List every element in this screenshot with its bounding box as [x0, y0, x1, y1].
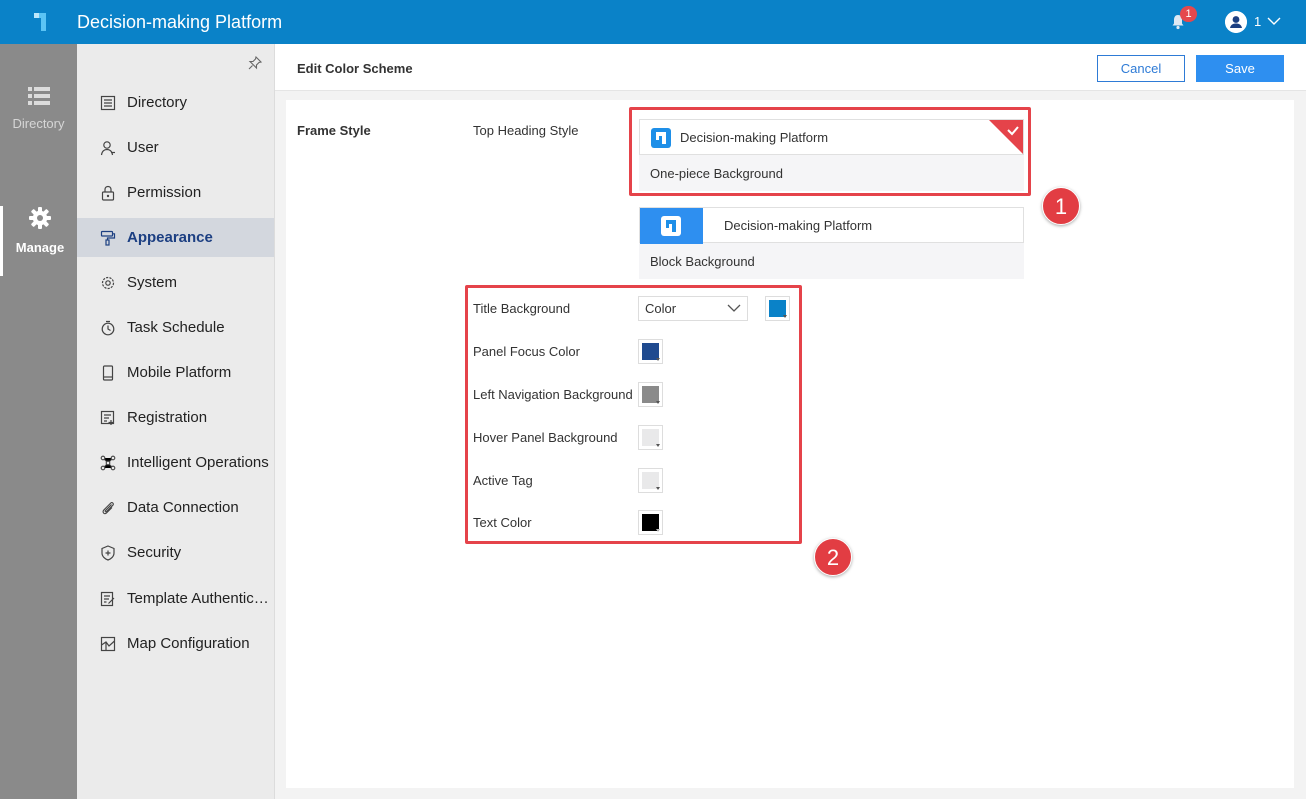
lock-icon: [101, 185, 115, 201]
app-title: Decision-making Platform: [77, 12, 283, 32]
style-preview-title: Decision-making Platform: [724, 218, 873, 233]
left-rail: Directory Manage: [0, 44, 77, 799]
shield-icon: [101, 544, 115, 561]
nav-item-data-connection[interactable]: Data Connection: [77, 488, 274, 527]
nav-item-registration[interactable]: Registration: [77, 398, 274, 437]
network-icon: [100, 455, 116, 470]
pin-icon[interactable]: [248, 56, 262, 70]
document-edit-icon: [100, 591, 115, 606]
paperclip-icon: [102, 501, 114, 514]
block-logo-area: [640, 208, 703, 244]
nav-item-permission[interactable]: Permission: [77, 173, 274, 212]
paint-roller-icon: [100, 230, 116, 246]
directory-icon: [100, 95, 116, 110]
nav-item-label: Registration: [127, 409, 208, 426]
annotation-highlight-2: [465, 285, 802, 544]
style-option-block[interactable]: Decision-making Platform Block Backgroun…: [639, 207, 1024, 279]
rail-item-label: Directory: [12, 116, 65, 131]
rail-item-directory[interactable]: Directory: [0, 86, 77, 156]
nav-item-directory[interactable]: Directory: [77, 83, 274, 122]
list-icon: [27, 87, 50, 105]
nav-item-label: Map Configuration: [127, 635, 250, 652]
app-logo-icon: [661, 216, 681, 236]
top-heading-style-label: Top Heading Style: [473, 123, 579, 138]
nav-item-label: System: [127, 274, 178, 291]
nav-item-system[interactable]: System: [77, 263, 274, 302]
nav-item-user[interactable]: User: [77, 128, 274, 167]
avatar[interactable]: [1225, 11, 1247, 33]
nav-item-label: Intelligent Operations: [127, 454, 269, 471]
nav-item-label: Appearance: [127, 229, 213, 246]
nav-item-task-schedule[interactable]: Task Schedule: [77, 308, 274, 347]
nav-item-label: Security: [127, 544, 182, 561]
nav-item-label: Directory: [127, 94, 188, 111]
nav-item-label: Mobile Platform: [127, 364, 232, 381]
frame-style-label: Frame Style: [297, 123, 371, 138]
page-header: Edit Color Scheme Cancel Save: [275, 44, 1306, 91]
nav-item-label: Task Schedule: [127, 319, 225, 336]
nav-item-label: Template Authentic…: [127, 590, 269, 607]
nav-item-map-configuration[interactable]: Map Configuration: [77, 624, 274, 663]
nav-item-template-authentication[interactable]: Template Authentic…: [77, 579, 274, 618]
settings-nav: Directory User Permission Appearance Sys…: [77, 44, 274, 799]
annotation-marker-1: 1: [1042, 187, 1080, 225]
rail-item-label: Manage: [15, 240, 65, 255]
notification-badge: 1: [1180, 6, 1197, 22]
nav-item-label: Data Connection: [127, 499, 239, 516]
mobile-icon: [102, 364, 114, 381]
nav-item-label: Permission: [127, 184, 202, 201]
map-icon: [100, 636, 116, 651]
nav-item-security[interactable]: Security: [77, 533, 274, 572]
rail-item-manage[interactable]: Manage: [0, 206, 77, 276]
gear-icon: [101, 276, 115, 289]
chevron-down-icon[interactable]: [1267, 16, 1281, 26]
page-title: Edit Color Scheme: [297, 61, 413, 76]
nav-item-appearance[interactable]: Appearance: [77, 218, 274, 257]
style-preview-header: Decision-making Platform: [639, 207, 1024, 244]
user-icon: [100, 140, 115, 155]
style-caption: Block Background: [650, 254, 755, 269]
cancel-button[interactable]: Cancel: [1097, 55, 1185, 82]
timer-icon: [101, 320, 115, 335]
nav-item-intelligent-operations[interactable]: Intelligent Operations: [77, 443, 274, 482]
gear-icon: [29, 207, 51, 229]
save-button[interactable]: Save: [1196, 55, 1284, 82]
annotation-marker-2: 2: [814, 538, 852, 576]
annotation-highlight-1: [629, 107, 1031, 196]
user-name[interactable]: 1: [1254, 14, 1261, 29]
top-bar: Decision-making Platform 1 1: [0, 0, 1306, 44]
nav-item-label: User: [127, 139, 159, 156]
app-logo-icon: [34, 13, 46, 31]
nav-item-mobile-platform[interactable]: Mobile Platform: [77, 353, 274, 392]
registration-icon: [100, 410, 115, 425]
